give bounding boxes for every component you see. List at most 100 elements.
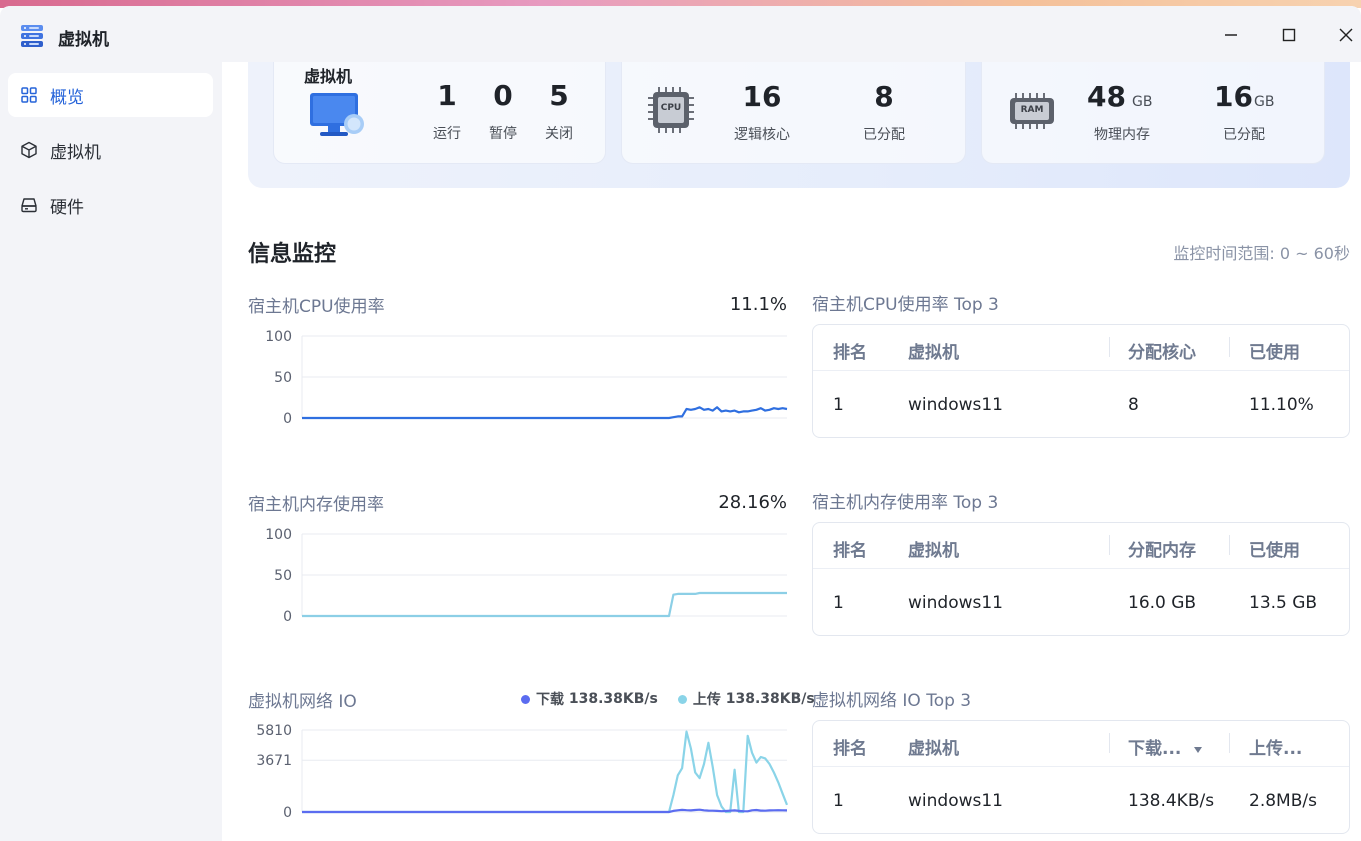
- running-label: 运行: [433, 126, 461, 142]
- header-cell-vm[interactable]: 虚拟机: [908, 734, 959, 759]
- mem-chart-title: 宿主机内存使用率: [248, 495, 384, 515]
- cell-rank: 1: [833, 593, 844, 613]
- column-divider: [1109, 337, 1110, 357]
- header-cell-memory[interactable]: 分配内存: [1128, 536, 1196, 561]
- cell-used: 11.10%: [1249, 395, 1314, 415]
- grid-icon: [20, 86, 38, 104]
- column-divider: [1229, 535, 1230, 555]
- header-cell-vm[interactable]: 虚拟机: [908, 338, 959, 363]
- sidebar: 概览 虚拟机 硬件: [0, 62, 222, 841]
- minimize-button[interactable]: [1220, 24, 1242, 46]
- ram-allocated-number: 16: [1214, 80, 1253, 113]
- mem-chart-value: 28.16%: [718, 492, 787, 513]
- header-cell-upload[interactable]: 上传...: [1249, 734, 1302, 759]
- logical-cores-count: 16: [742, 80, 782, 113]
- net-top-table: 排名 虚拟机 下载... 上传... 1 windows11 138.4KB/s…: [812, 720, 1350, 834]
- download-legend-value: 138.38KB/s: [568, 691, 658, 707]
- net-io-chart: 0 3671 5810: [256, 723, 789, 821]
- maximize-icon: [1282, 28, 1296, 42]
- close-button[interactable]: [1335, 24, 1357, 46]
- physical-memory-label: 物理内存: [1094, 127, 1150, 143]
- close-icon: [1339, 28, 1353, 42]
- physical-memory-value: 48 GB: [1087, 80, 1167, 113]
- main-content: 虚拟机 1 运行 0 暂停 5 关闭 CPU 16 逻辑核心 8 已分配 RAM…: [222, 62, 1361, 841]
- header-cell-rank[interactable]: 排名: [833, 338, 867, 363]
- hard-drive-icon: [20, 196, 38, 214]
- cpu-top-title: 宿主机CPU使用率 Top 3: [812, 295, 999, 315]
- series-line: [302, 730, 789, 814]
- download-legend-dot: [521, 694, 530, 704]
- y-tick-label: 5810: [256, 723, 292, 739]
- column-divider: [1109, 733, 1110, 753]
- series-line: [302, 808, 788, 814]
- net-legend: 下载 138.38KB/s 上传 138.38KB/s: [521, 689, 815, 709]
- ram-allocated-label: 已分配: [1223, 127, 1265, 143]
- ram-chip-icon: RAM: [1008, 91, 1056, 135]
- y-tick-label: 50: [274, 568, 292, 584]
- mem-top-table: 排名 虚拟机 分配内存 已使用 1 windows11 16.0 GB 13.5…: [812, 522, 1350, 636]
- server-stack-icon: [18, 22, 46, 50]
- sidebar-item-hardware[interactable]: 硬件: [8, 183, 213, 227]
- ram-allocated-value: 16GB: [1214, 80, 1294, 113]
- app-title: 虚拟机: [58, 30, 109, 50]
- column-divider: [1109, 535, 1110, 555]
- monitor-icon: [308, 91, 368, 145]
- upload-legend-value: 138.38KB/s: [725, 691, 815, 707]
- column-divider: [1229, 733, 1230, 753]
- cell-vm-name: windows11: [908, 593, 1003, 613]
- cell-cores: 8: [1128, 395, 1139, 415]
- column-divider: [1229, 337, 1230, 357]
- series-line: [302, 406, 788, 420]
- paused-label: 暂停: [489, 126, 517, 142]
- title-bar: 虚拟机: [0, 6, 1361, 62]
- paused-count: 0: [493, 79, 513, 112]
- mem-top-title: 宿主机内存使用率 Top 3: [812, 493, 999, 513]
- ram-chip-text: RAM: [1020, 105, 1044, 115]
- cell-memory: 16.0 GB: [1128, 593, 1197, 613]
- physical-memory-unit: GB: [1131, 94, 1153, 110]
- sidebar-item-label: 硬件: [50, 197, 84, 218]
- maximize-button[interactable]: [1278, 24, 1300, 46]
- y-tick-label: 50: [274, 370, 292, 386]
- vm-card-label: 虚拟机: [304, 67, 353, 86]
- net-chart-title: 虚拟机网络 IO: [248, 692, 357, 712]
- y-tick-label: 0: [283, 411, 292, 427]
- sidebar-item-vms[interactable]: 虚拟机: [8, 128, 213, 172]
- cell-vm-name: windows11: [908, 791, 1003, 811]
- mem-usage-chart: 0 50 100: [265, 527, 787, 625]
- cell-rank: 1: [833, 791, 844, 811]
- header-cell-download[interactable]: 下载...: [1128, 734, 1203, 759]
- y-tick-label: 3671: [256, 753, 292, 769]
- header-cell-cores[interactable]: 分配核心: [1128, 338, 1196, 363]
- header-cell-rank[interactable]: 排名: [833, 734, 867, 759]
- cpu-chip-text: CPU: [660, 103, 682, 113]
- cpu-chart-value: 11.1%: [729, 294, 787, 315]
- header-cell-used[interactable]: 已使用: [1249, 338, 1300, 363]
- header-cell-used[interactable]: 已使用: [1249, 536, 1300, 561]
- minimize-icon: [1225, 34, 1237, 36]
- header-cell-rank[interactable]: 排名: [833, 536, 867, 561]
- net-top-title: 虚拟机网络 IO Top 3: [812, 691, 972, 711]
- y-tick-label: 100: [265, 329, 292, 345]
- sidebar-item-label: 虚拟机: [50, 142, 101, 163]
- header-download-label: 下载...: [1128, 739, 1182, 759]
- series-line: [302, 591, 787, 618]
- cpu-allocated-count: 8: [874, 80, 894, 113]
- logical-cores-label: 逻辑核心: [734, 127, 790, 143]
- table-header: 排名 虚拟机 下载... 上传...: [813, 721, 1349, 767]
- cell-rank: 1: [833, 395, 844, 415]
- cell-download: 138.4KB/s: [1128, 791, 1215, 811]
- monitor-title: 信息监控: [248, 242, 337, 267]
- cpu-summary-card: CPU 16 逻辑核心 8 已分配: [621, 62, 966, 164]
- table-header: 排名 虚拟机 分配核心 已使用: [813, 325, 1349, 371]
- sort-desc-icon[interactable]: [1193, 746, 1203, 754]
- sidebar-item-overview[interactable]: 概览: [8, 73, 213, 117]
- table-header: 排名 虚拟机 分配内存 已使用: [813, 523, 1349, 569]
- header-cell-vm[interactable]: 虚拟机: [908, 536, 959, 561]
- y-tick-label: 0: [283, 805, 292, 821]
- cpu-chart-title: 宿主机CPU使用率: [248, 297, 385, 317]
- ram-allocated-unit: GB: [1253, 94, 1275, 110]
- running-count: 1: [437, 79, 457, 112]
- y-tick-label: 100: [265, 527, 292, 543]
- monitor-range: 监控时间范围: 0 ~ 60秒: [1173, 244, 1350, 263]
